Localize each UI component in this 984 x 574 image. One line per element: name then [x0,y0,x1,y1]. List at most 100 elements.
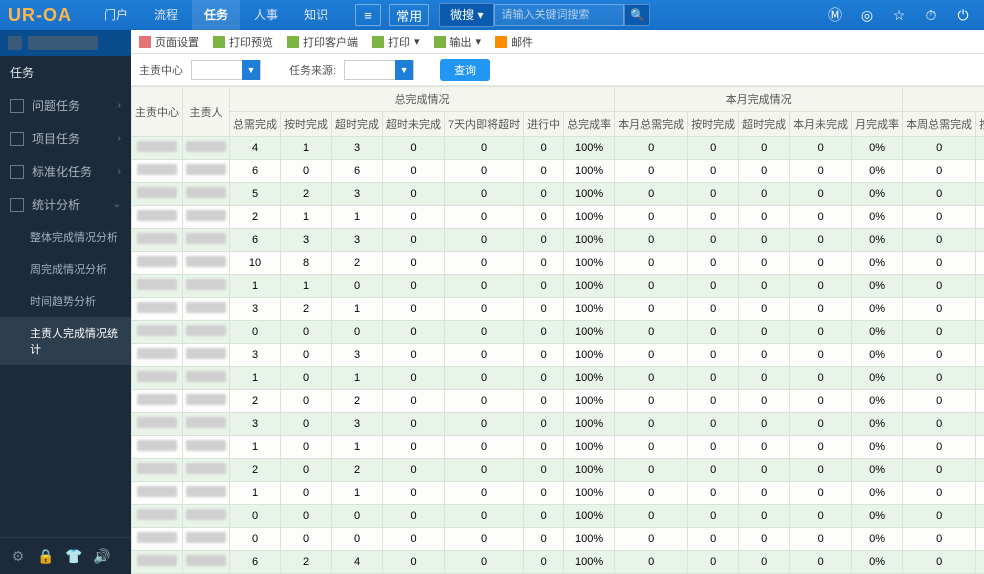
cell-value: 0 [739,528,790,551]
cell-value: 0 [615,344,688,367]
cell-value: 0% [852,183,903,206]
cell-value: 0 [615,252,688,275]
cell-value: 0 [383,206,445,229]
top-menu-button[interactable]: ≡ [355,4,381,26]
cell-value: 0 [615,183,688,206]
cell-value: 0 [739,459,790,482]
filter-source-dropdown[interactable]: ▼ [395,60,413,80]
cell-person [183,367,230,390]
sidebar-subitem[interactable]: 周完成情况分析 [0,253,131,285]
cell-value: 100% [564,252,615,275]
filter-center-input[interactable] [192,61,242,79]
sidebar-item[interactable]: 项目任务› [0,122,131,155]
cell-value: 100% [564,137,615,160]
cell-value: 0 [903,551,976,574]
cell-value: 0 [739,183,790,206]
th-sub: 进行中 [524,112,564,137]
shirt-icon[interactable]: 👕 [62,544,86,568]
sidebar-section-title: 任务 [0,56,131,89]
cell-value: 0 [332,505,383,528]
cell-value: 0 [383,551,445,574]
search-mode-dropdown[interactable]: 微搜 ▾ [439,3,494,27]
search-button[interactable]: 🔍 [624,4,650,26]
top-nav-item[interactable]: 知识 [292,0,340,30]
print-dropdown[interactable]: 打印 ▾ [372,34,420,50]
table-row: 633000100%00000%00000% [132,229,984,252]
cell-center [132,137,183,160]
cell-person [183,275,230,298]
table-container[interactable]: 主责中心 主责人 总完成情况 本月完成情况 本周完成情况 总需完成按时完成超时完… [131,86,984,574]
th-person: 主责人 [183,87,230,137]
lock-icon[interactable]: 🔒 [34,544,58,568]
cell-value: 0 [281,528,332,551]
cell-value: 0 [688,551,739,574]
top-nav-item[interactable]: 流程 [142,0,190,30]
sidebar-item[interactable]: 问题任务› [0,89,131,122]
cell-value: 0 [688,160,739,183]
table-row: 303000100%00000%00000% [132,344,984,367]
cell-value: 0 [976,390,984,413]
cell-value: 0 [976,206,984,229]
cell-value: 3 [281,229,332,252]
table-row: 413000100%00000%00000% [132,137,984,160]
search-input[interactable] [494,4,624,26]
sidebar-item-icon [10,198,24,212]
cell-value: 0 [790,528,852,551]
query-button[interactable]: 查询 [440,59,490,81]
sidebar-subitem[interactable]: 时间趋势分析 [0,285,131,317]
cell-value: 0 [739,551,790,574]
table-row: 202000100%00000%00000% [132,390,984,413]
cell-value: 3 [332,413,383,436]
cell-value: 2 [281,551,332,574]
top-util-icon[interactable]: ☆ [886,2,912,28]
cell-center [132,551,183,574]
top-nav-item[interactable]: 任务 [192,0,240,30]
settings-icon[interactable]: ⚙ [6,544,30,568]
filter-center-label: 主责中心 [139,62,183,78]
cell-value: 0 [688,413,739,436]
cell-value: 1 [332,298,383,321]
top-util-icon[interactable]: ◎ [854,2,880,28]
table-row: 000000100%00000%00000% [132,505,984,528]
sidebar-subitem[interactable]: 整体完成情况分析 [0,221,131,253]
page-setup-button[interactable]: 页面设置 [139,34,199,50]
cell-value: 0 [524,183,564,206]
top-util-icon[interactable]: ⏱ [918,2,944,28]
top-fav-button[interactable]: 常用 [389,4,429,26]
top-util-icon[interactable]: ⏻ [950,2,976,28]
top-util-icon[interactable]: Ⓜ [822,2,848,28]
cell-value: 0 [524,275,564,298]
table-row: 211000100%00000%00000% [132,206,984,229]
filter-center-dropdown[interactable]: ▼ [242,60,260,80]
print-client-button[interactable]: 打印客户端 [287,34,358,50]
sidebar-subitem[interactable]: 主责人完成情况统计 [0,317,131,365]
cell-value: 0 [524,229,564,252]
cell-value: 0 [903,344,976,367]
cell-value: 0 [739,206,790,229]
cell-value: 0 [383,436,445,459]
cell-value: 0 [615,298,688,321]
top-nav-item[interactable]: 门户 [92,0,140,30]
sidebar-item[interactable]: 标准化任务› [0,155,131,188]
print-preview-button[interactable]: 打印预览 [213,34,273,50]
sound-icon[interactable]: 🔊 [90,544,114,568]
table-row: 303000100%00000%00000% [132,413,984,436]
cell-value: 0 [790,229,852,252]
mail-button[interactable]: 邮件 [495,34,533,50]
cell-value: 0% [852,367,903,390]
sidebar-item[interactable]: 统计分析⌄ [0,188,131,221]
export-dropdown[interactable]: 输出 ▾ [434,34,482,50]
cell-value: 0 [688,183,739,206]
cell-value: 0 [903,321,976,344]
cell-value: 0 [739,137,790,160]
cell-value: 0 [976,436,984,459]
cell-value: 0 [903,413,976,436]
cell-value: 0 [739,252,790,275]
cell-value: 3 [332,137,383,160]
cell-value: 0 [739,367,790,390]
table-row: 101000100%00000%00000% [132,367,984,390]
top-nav-item[interactable]: 人事 [242,0,290,30]
cell-value: 0 [445,183,524,206]
filter-source-input[interactable] [345,61,395,79]
cell-value: 0 [445,436,524,459]
